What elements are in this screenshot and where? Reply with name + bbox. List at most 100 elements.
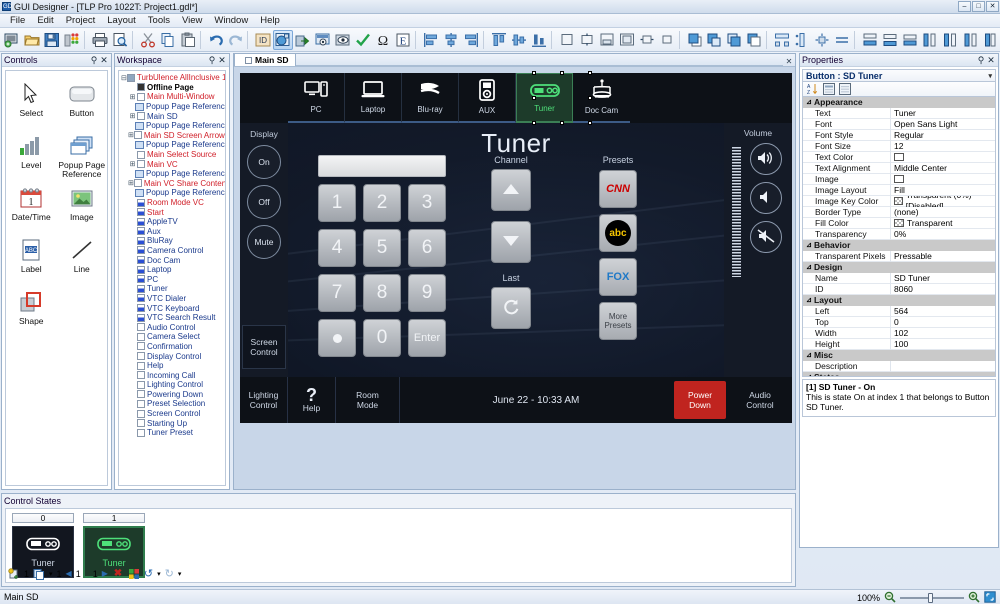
size-to-fit-icon[interactable] bbox=[597, 30, 617, 50]
close-icon[interactable]: ✕ bbox=[986, 55, 996, 66]
tree-item[interactable]: Camera Control bbox=[121, 246, 225, 256]
tree-item[interactable]: ⊞ Main Multi-Window bbox=[121, 92, 225, 102]
menu-item-window[interactable]: Window bbox=[208, 14, 254, 27]
tree-item[interactable]: ⊞ Main SD Screen Arrows bbox=[121, 131, 225, 141]
tree-item[interactable]: Popup Page Reference1 bbox=[121, 121, 225, 131]
property-value[interactable]: Tuner bbox=[891, 108, 995, 119]
chevron-down-icon[interactable]: ▾ bbox=[988, 72, 992, 80]
preset-button-cnn[interactable]: CNN bbox=[599, 170, 637, 208]
tree-item[interactable]: Room Mode VC bbox=[121, 198, 225, 208]
selection-handle[interactable] bbox=[532, 96, 536, 100]
property-value[interactable]: (none) bbox=[891, 207, 995, 218]
selection-handle[interactable] bbox=[588, 71, 592, 75]
category-expander-icon[interactable]: ⊿ bbox=[806, 98, 812, 106]
tree-item[interactable]: Aux bbox=[121, 227, 225, 237]
copy-state-count[interactable]: 1 bbox=[57, 569, 62, 579]
check-icon[interactable] bbox=[353, 30, 373, 50]
tree-item[interactable]: Popup Page Reference1 bbox=[121, 169, 225, 179]
category-expander-icon[interactable]: ⊿ bbox=[806, 241, 812, 249]
control-tool-label[interactable]: ABC Label bbox=[6, 233, 57, 285]
prev-state-count[interactable]: 1 bbox=[76, 569, 81, 579]
display-on-button[interactable]: On bbox=[247, 145, 281, 179]
property-row[interactable]: Fill Color Transparent bbox=[803, 217, 995, 229]
room-mode-button[interactable]: Room Mode bbox=[336, 377, 400, 423]
id-icon[interactable]: ID bbox=[253, 30, 273, 50]
keypad-key-5[interactable]: 5 bbox=[363, 229, 401, 267]
property-value[interactable]: 0 bbox=[891, 317, 995, 328]
category-expander-icon[interactable]: ⊿ bbox=[806, 263, 812, 271]
property-row[interactable]: Image Layout Fill bbox=[803, 184, 995, 196]
tree-item[interactable]: BluRay bbox=[121, 236, 225, 246]
save-all-icon[interactable] bbox=[62, 30, 82, 50]
tab-close-button[interactable]: ✕ bbox=[783, 57, 795, 66]
pin-icon[interactable]: ⚲ bbox=[207, 55, 217, 66]
emulate-icon[interactable] bbox=[273, 29, 294, 50]
property-value[interactable]: Fill bbox=[891, 185, 995, 196]
space-equal-icon[interactable] bbox=[812, 30, 832, 50]
preview-eye-icon[interactable] bbox=[333, 30, 353, 50]
bring-front-icon[interactable] bbox=[685, 30, 705, 50]
tree-item[interactable]: Starting Up bbox=[121, 418, 225, 428]
menu-item-layout[interactable]: Layout bbox=[101, 14, 142, 27]
tree-item[interactable]: AppleTV bbox=[121, 217, 225, 227]
alphabetical-icon[interactable] bbox=[838, 83, 851, 96]
print-preview-icon[interactable] bbox=[110, 30, 130, 50]
category-expander-icon[interactable]: ⊿ bbox=[806, 351, 812, 359]
volume-up-button[interactable] bbox=[750, 143, 782, 175]
cut-icon[interactable] bbox=[138, 30, 158, 50]
align-left-icon[interactable] bbox=[421, 30, 441, 50]
tree-item[interactable]: VTC Keyboard bbox=[121, 303, 225, 313]
increase-gap-icon[interactable] bbox=[860, 30, 880, 50]
selection-handle[interactable] bbox=[560, 71, 564, 75]
property-row[interactable]: Transparent Pixels Pressable bbox=[803, 250, 995, 262]
tree-item[interactable]: Popup Page Reference1 bbox=[121, 188, 225, 198]
properties-table[interactable]: ⊿ Appearance Text Tuner Font Open Sans Light F… bbox=[802, 97, 996, 377]
export-icon[interactable] bbox=[293, 30, 313, 50]
control-tool-button[interactable]: Button bbox=[57, 77, 108, 129]
tree-expander-icon[interactable]: ⊞ bbox=[128, 93, 137, 101]
size-grow-icon[interactable] bbox=[637, 30, 657, 50]
paste-icon[interactable] bbox=[178, 30, 198, 50]
minimize-button[interactable]: – bbox=[958, 1, 971, 12]
source-button-laptop[interactable]: Laptop bbox=[345, 73, 402, 123]
color-swatch[interactable] bbox=[894, 175, 904, 183]
property-value[interactable]: Regular bbox=[891, 130, 995, 141]
source-button-tuner[interactable]: Tuner bbox=[516, 73, 573, 123]
keypad-key-2[interactable]: 2 bbox=[363, 184, 401, 222]
tree-item[interactable]: Display Control bbox=[121, 351, 225, 361]
tree-expander-icon[interactable]: ⊞ bbox=[128, 160, 137, 168]
display-mute-button[interactable]: Mute bbox=[247, 225, 281, 259]
tree-item[interactable]: Lighting Control bbox=[121, 380, 225, 390]
source-button-doc-cam[interactable]: Doc Cam bbox=[573, 73, 630, 123]
menu-item-file[interactable]: File bbox=[4, 14, 31, 27]
tab-main-sd[interactable]: Main SD bbox=[234, 53, 296, 66]
tree-item[interactable]: Audio Control bbox=[121, 322, 225, 332]
keypad-key-9[interactable]: 9 bbox=[408, 274, 446, 312]
tree-item[interactable]: ⊞ Main VC Share Content bbox=[121, 179, 225, 189]
tree-item[interactable]: Camera Select bbox=[121, 332, 225, 342]
lighting-control-button[interactable]: Lighting Control bbox=[240, 377, 288, 423]
tree-item[interactable]: Confirmation bbox=[121, 342, 225, 352]
tree-expander-icon[interactable]: ⊞ bbox=[128, 112, 137, 120]
tree-item[interactable]: Tuner bbox=[121, 284, 225, 294]
fit-screen-icon[interactable] bbox=[984, 590, 996, 604]
property-value[interactable]: 8060 bbox=[891, 284, 995, 295]
next-state-count[interactable]: 1 bbox=[93, 569, 98, 579]
property-row[interactable]: Name SD Tuner bbox=[803, 272, 995, 284]
audio-control-button[interactable]: Audio Control bbox=[728, 377, 792, 423]
volume-down-button[interactable] bbox=[750, 182, 782, 214]
property-row[interactable]: Font Open Sans Light bbox=[803, 118, 995, 130]
align-center-icon[interactable] bbox=[441, 30, 461, 50]
screen-control-button[interactable]: Screen Control bbox=[242, 325, 286, 369]
tree-item[interactable]: Powering Down bbox=[121, 390, 225, 400]
tree-item[interactable]: ⊟TurbUlence AllInclusive 1022 bbox=[121, 73, 225, 83]
control-tool-level[interactable]: Level bbox=[6, 129, 57, 181]
copy-state-icon[interactable] bbox=[33, 568, 45, 580]
tree-item[interactable]: Popup Page Reference1 bbox=[121, 140, 225, 150]
property-row[interactable]: Height 100 bbox=[803, 338, 995, 350]
property-row[interactable]: Text Tuner bbox=[803, 107, 995, 119]
tree-item[interactable]: PC bbox=[121, 274, 225, 284]
close-icon[interactable]: ✕ bbox=[217, 55, 227, 66]
maximize-button[interactable]: □ bbox=[972, 1, 985, 12]
tree-item[interactable]: VTC Dialer bbox=[121, 294, 225, 304]
